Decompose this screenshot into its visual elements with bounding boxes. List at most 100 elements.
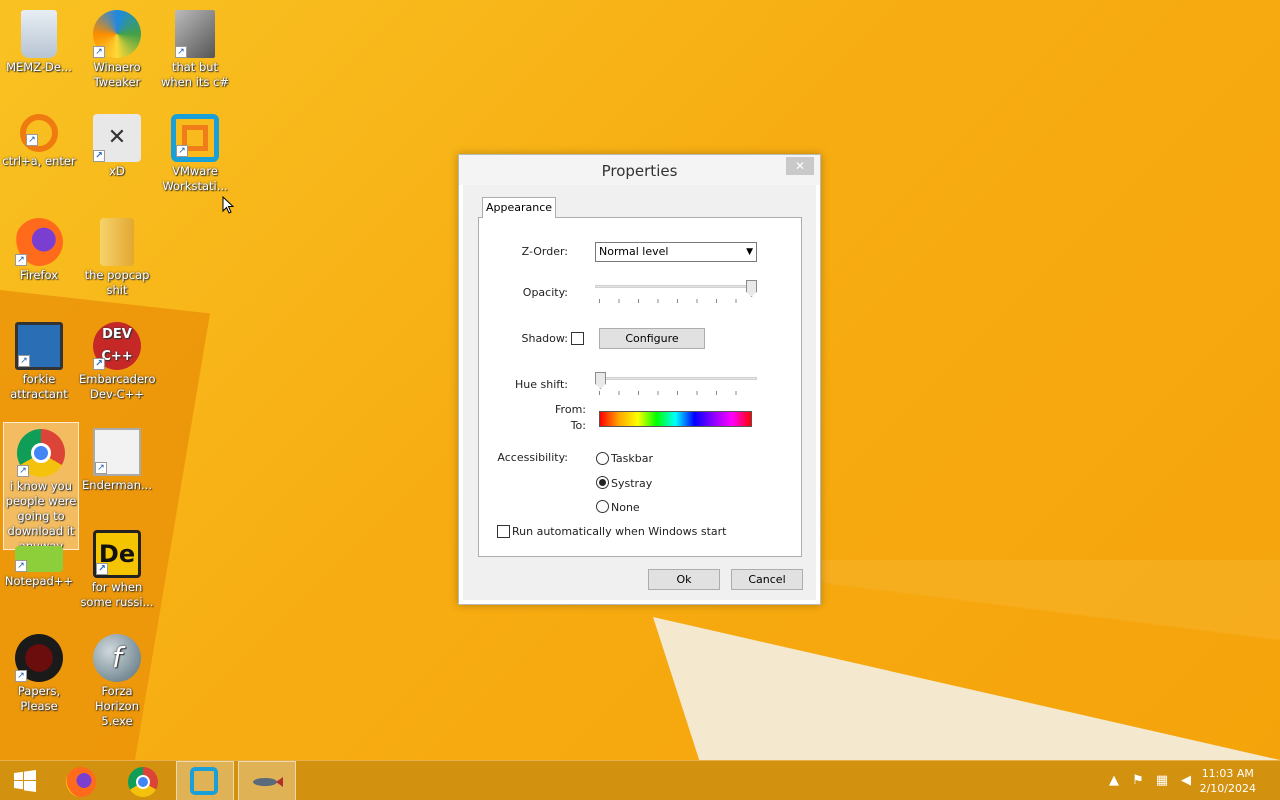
close-button[interactable]: ✕ (786, 157, 814, 175)
desktop-icon-label: Firefox (19, 268, 59, 282)
cancel-button[interactable]: Cancel (731, 569, 803, 590)
papers-please-icon: ↗ (15, 634, 63, 682)
vmware-icon (190, 767, 218, 795)
dialog-titlebar[interactable]: Properties ✕ (459, 155, 820, 185)
taskbar: ▲ ⚑ ▦ ◀ 11:03 AM 2/10/2024 (0, 760, 1280, 800)
slider-thumb[interactable] (595, 372, 606, 389)
shortcut-arrow-icon: ↗ (96, 563, 108, 575)
from-label: From: (555, 403, 586, 416)
desktop-icon-chrome[interactable]: ↗ i know you people were going to downlo… (3, 422, 79, 553)
slider-track (595, 377, 757, 380)
desktop-icon-forkie[interactable]: ↗ forkie attractant (1, 316, 77, 402)
slider-track (595, 285, 757, 288)
properties-dialog: Properties ✕ Appearance Z-Order: Normal … (458, 154, 821, 605)
fish-icon (253, 777, 283, 787)
desktop-icon-papers-please[interactable]: ↗ Papers, Please (1, 628, 77, 714)
tab-appearance[interactable]: Appearance (482, 197, 556, 218)
dialog-title: Properties (601, 162, 678, 180)
zorder-label: Z-Order: (521, 245, 568, 258)
hxd-icon: ✕ ↗ (93, 114, 141, 162)
flash-icon: f (93, 634, 141, 682)
volume-muted-icon[interactable]: ◀ (1178, 773, 1194, 789)
desktop-icon-label: Embarcadero Dev-C++ (79, 372, 156, 401)
shadow-checkbox[interactable] (571, 332, 584, 345)
slider-thumb[interactable] (746, 280, 757, 297)
shortcut-arrow-icon: ↗ (93, 46, 105, 58)
autorun-label: Run automatically when Windows start (512, 525, 727, 538)
radio-systray[interactable] (596, 476, 609, 489)
to-label: To: (570, 419, 586, 432)
desktop-icon-label: Forza Horizon 5.exe (95, 684, 139, 728)
configure-button[interactable]: Configure (599, 328, 705, 349)
desktop-icon-enderman[interactable]: ↗ Enderman... (79, 422, 155, 493)
devcpp-icon: DEV C++ ↗ (93, 322, 141, 370)
desktop-icon-label: Enderman... (82, 478, 152, 492)
chrome-icon: ↗ (17, 429, 65, 477)
desktop-icon-label: i know you people were going to download… (5, 479, 77, 553)
taskbar-fish-app[interactable] (238, 761, 296, 800)
desktop-icon-memz[interactable]: MEMZ-De... (1, 4, 77, 75)
shortcut-arrow-icon: ↗ (175, 46, 187, 58)
firefox-icon (66, 767, 96, 797)
desktop-icon-russi[interactable]: De ↗ for when some russi... (79, 524, 155, 610)
autorun-checkbox[interactable] (497, 525, 510, 538)
recycle-bin-icon (21, 10, 57, 58)
hue-gradient-bar (599, 411, 752, 427)
folder-icon (100, 218, 134, 266)
shortcut-arrow-icon: ↗ (95, 462, 107, 474)
desktop-icon-devcpp[interactable]: DEV C++ ↗ Embarcadero Dev-C++ (79, 316, 156, 402)
shadow-label: Shadow: (521, 332, 568, 345)
desktop-icon-label: Notepad++ (4, 574, 74, 588)
zorder-select[interactable]: Normal level ▼ (595, 242, 757, 262)
hue-shift-label: Hue shift: (515, 378, 568, 391)
winaero-icon: ↗ (93, 10, 141, 58)
windows-logo-icon (14, 770, 36, 792)
desktop-icon-label: Winaero Tweaker (93, 60, 141, 89)
slider-ticks (599, 299, 753, 303)
shortcut-arrow-icon: ↗ (15, 670, 27, 682)
shortcut-arrow-icon: ↗ (15, 254, 27, 266)
chevron-up-icon[interactable]: ▲ (1106, 773, 1122, 789)
chrome-icon (128, 767, 158, 797)
desktop-icon-label: MEMZ-De... (6, 60, 72, 74)
hue-shift-slider[interactable] (595, 372, 757, 398)
desktop-icon-winaero[interactable]: ↗ Winaero Tweaker (79, 4, 155, 90)
desktop-icon-xd[interactable]: ✕ ↗ xD (79, 108, 155, 179)
taskbar-vmware[interactable] (176, 761, 234, 800)
radio-taskbar[interactable] (596, 452, 609, 465)
hue-from-strip (600, 412, 751, 419)
desktop-icon-label: for when some russi... (80, 580, 154, 609)
radio-label-none: None (611, 501, 640, 514)
desktop-icon-popcap[interactable]: the popcap shit (79, 212, 155, 298)
radio-label-taskbar: Taskbar (611, 452, 653, 465)
ok-button[interactable]: Ok (648, 569, 720, 590)
close-icon: ✕ (794, 159, 806, 173)
shortcut-arrow-icon: ↗ (26, 134, 38, 146)
monitor-gear-icon: ↗ (15, 322, 63, 370)
shortcut-arrow-icon: ↗ (93, 150, 105, 162)
taskbar-chrome[interactable] (114, 761, 172, 800)
desktop-icon-csharp[interactable]: ↗ that but when its c# (157, 4, 233, 90)
accessibility-label: Accessibility: (497, 451, 568, 464)
flag-icon[interactable]: ⚑ (1130, 773, 1146, 789)
taskbar-firefox[interactable] (52, 761, 110, 800)
desktop-icon-ctrl-a[interactable]: ↗ ctrl+a, enter (1, 108, 77, 169)
clock-time: 11:03 AM (1201, 767, 1254, 780)
desktop-icon-label: forkie attractant (10, 372, 68, 401)
desktop-icon-vmware[interactable]: ↗ VMware Workstati... (157, 108, 233, 194)
slider-ticks (599, 391, 753, 395)
firefox-icon: ↗ (15, 218, 63, 266)
radio-label-systray: Systray (611, 477, 653, 490)
desktop-icon-firefox[interactable]: ↗ Firefox (1, 212, 77, 283)
shortcut-arrow-icon: ↗ (17, 465, 29, 477)
network-icon[interactable]: ▦ (1154, 773, 1170, 789)
shortcut-arrow-icon: ↗ (176, 145, 188, 157)
desktop-icon-forza[interactable]: f Forza Horizon 5.exe (79, 628, 155, 729)
radio-none[interactable] (596, 500, 609, 513)
desktop-icon-notepadpp[interactable]: ↗ Notepad++ (1, 546, 77, 589)
clock[interactable]: 11:03 AM 2/10/2024 (1200, 766, 1256, 796)
de-icon: De ↗ (93, 530, 141, 578)
opacity-slider[interactable] (595, 280, 757, 306)
desktop-icon-label: that but when its c# (160, 60, 230, 89)
start-button[interactable] (0, 761, 50, 800)
